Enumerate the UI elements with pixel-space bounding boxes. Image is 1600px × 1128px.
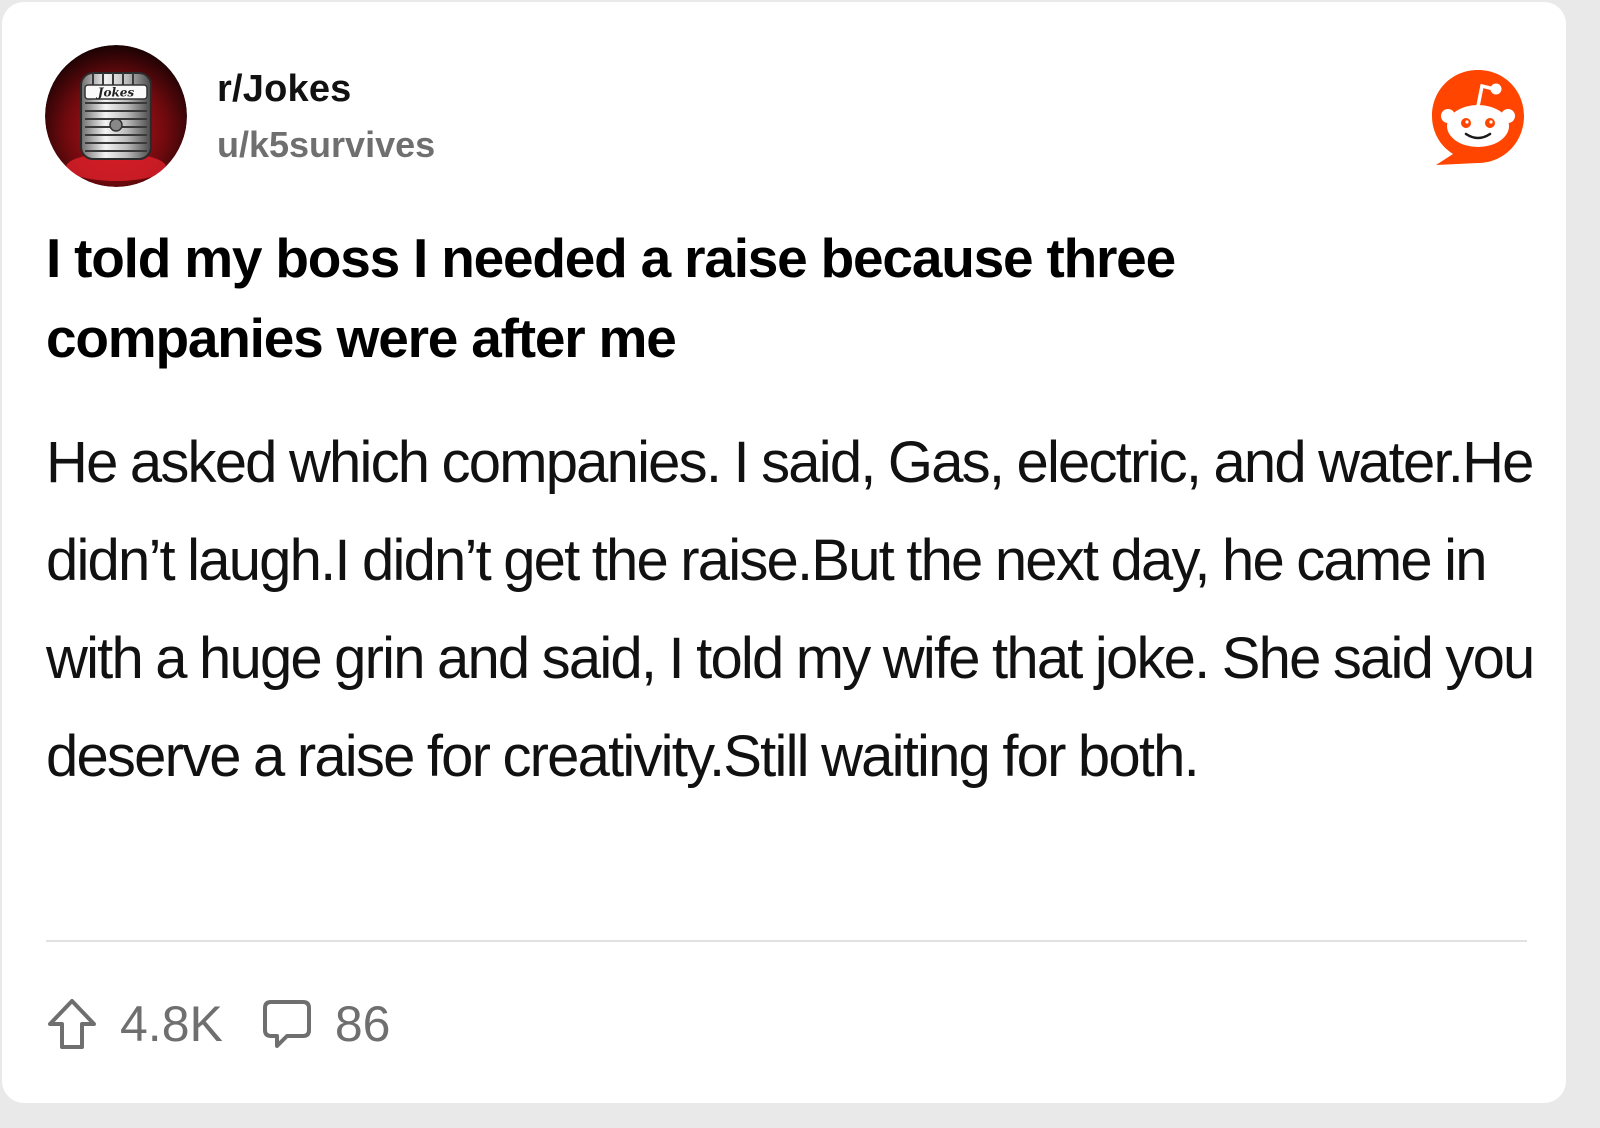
upvote-button[interactable]: 4.8K bbox=[46, 995, 223, 1053]
reddit-logo-icon bbox=[1426, 66, 1530, 170]
post-stats: 4.8K 86 bbox=[46, 992, 390, 1056]
upvote-count: 4.8K bbox=[120, 996, 223, 1052]
author-username[interactable]: u/k5survives bbox=[217, 124, 435, 166]
comment-bubble-icon bbox=[261, 996, 313, 1052]
comments-button[interactable]: 86 bbox=[261, 995, 391, 1053]
upvote-arrow-icon bbox=[46, 996, 98, 1052]
comment-count: 86 bbox=[334, 996, 391, 1052]
microphone-icon: Jokes bbox=[45, 45, 187, 187]
subreddit-avatar[interactable]: Jokes bbox=[45, 45, 187, 187]
post-card: Jokes r/Jokes u/k5survives I told my bos… bbox=[2, 2, 1566, 1103]
subreddit-name[interactable]: r/Jokes bbox=[217, 68, 352, 111]
divider bbox=[46, 940, 1527, 942]
post-body: He asked which companies. I said, Gas, e… bbox=[46, 430, 1535, 789]
avatar-label: Jokes bbox=[96, 86, 135, 100]
post-title[interactable]: I told my boss I needed a raise because … bbox=[46, 218, 1346, 378]
